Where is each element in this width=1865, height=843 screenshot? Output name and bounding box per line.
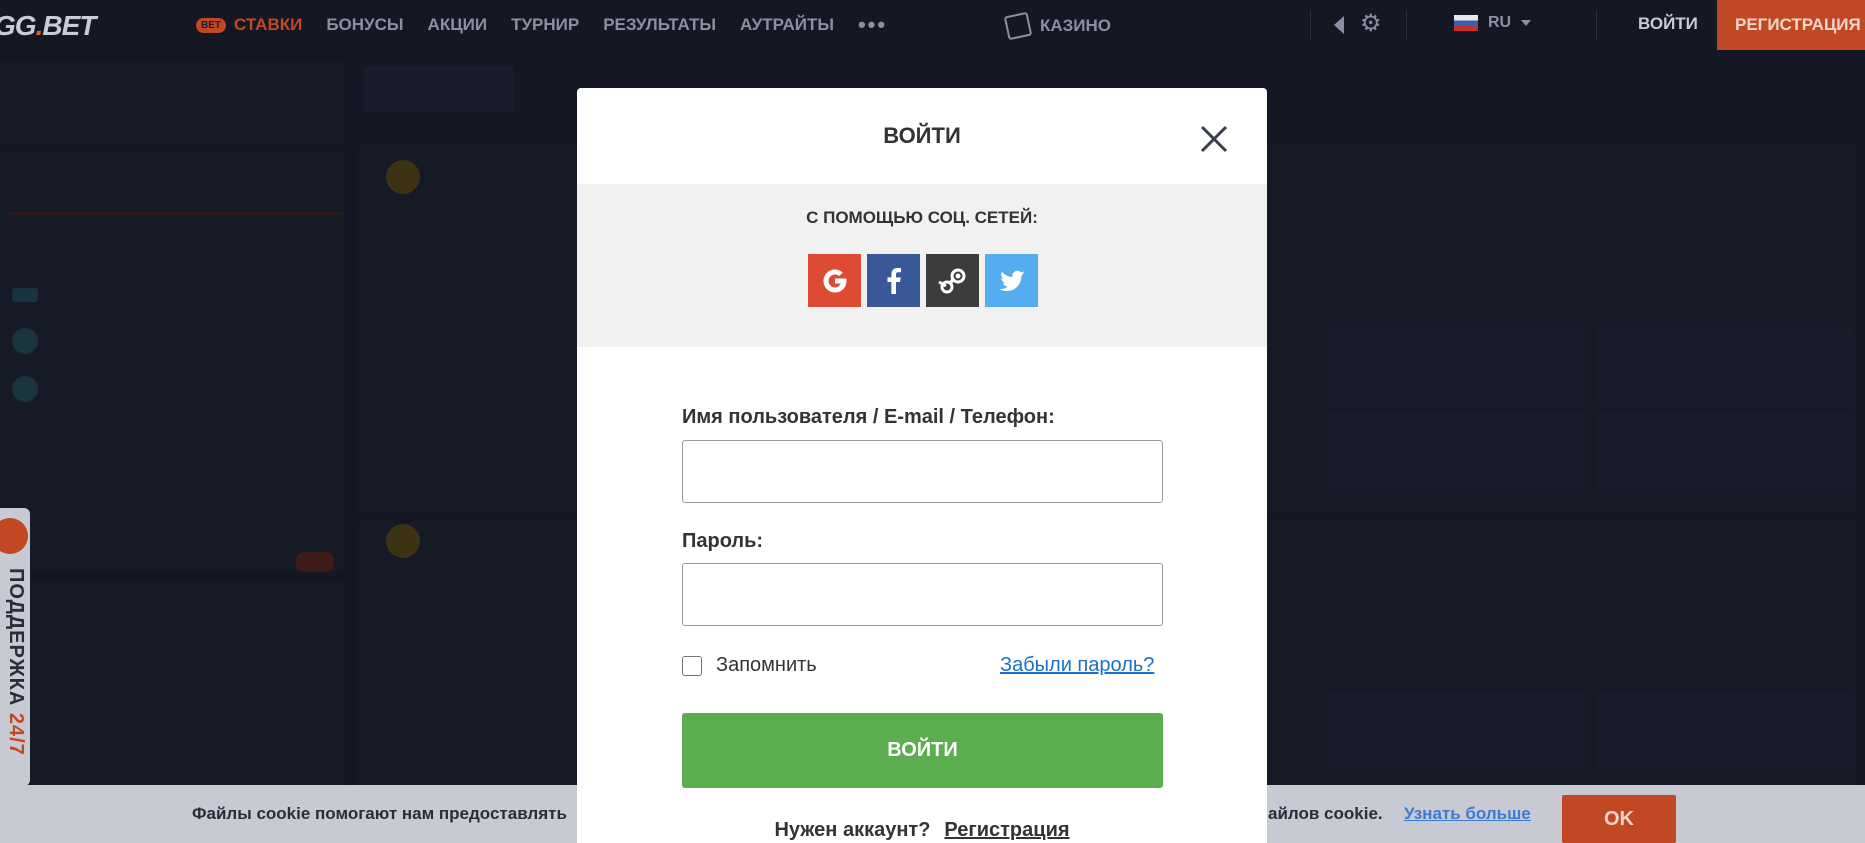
cookie-text: Файлы cookie помогают нам предоставлять: [192, 804, 567, 823]
main-nav: BET СТАВКИ БОНУСЫ АКЦИИ ТУРНИР РЕЗУЛЬТАТЫ…: [196, 0, 887, 50]
cookie-text-end: айлов cookie.: [1268, 804, 1383, 823]
social-login-title: С ПОМОЩЬЮ СОЦ. СЕТЕЙ:: [806, 208, 1038, 227]
password-label: Пароль:: [682, 530, 764, 552]
social-login-buttons: [808, 254, 1038, 307]
remember-checkbox[interactable]: [682, 655, 702, 676]
need-account-row: Нужен аккаунт? Регистрация: [577, 819, 1267, 842]
close-icon[interactable]: [1199, 124, 1229, 154]
cookie-ok-button[interactable]: OK: [1562, 795, 1676, 843]
language-label: RU: [1488, 14, 1512, 31]
casino-label: КАЗИНО: [1040, 16, 1112, 35]
facebook-login-button[interactable]: [867, 254, 920, 307]
twitter-icon: [998, 270, 1025, 291]
header-register-button[interactable]: РЕГИСТРАЦИЯ: [1717, 0, 1865, 50]
nav-item-stavki[interactable]: BET СТАВКИ: [196, 15, 302, 35]
cards-icon: [1003, 11, 1033, 41]
social-login-block: С ПОМОЩЬЮ СОЦ. СЕТЕЙ:: [577, 184, 1267, 347]
steam-login-button[interactable]: [926, 254, 979, 307]
site-logo[interactable]: GG.BET: [0, 10, 96, 42]
nav-item-promos[interactable]: АКЦИИ: [428, 15, 488, 35]
remember-label: Запомнить: [716, 654, 817, 676]
facebook-icon: [887, 267, 901, 294]
casino-link[interactable]: КАЗИНО: [1003, 11, 1112, 41]
google-login-button[interactable]: [808, 254, 861, 307]
support-label: ПОДДЕРЖКА 24/7: [5, 568, 27, 756]
twitter-login-button[interactable]: [985, 254, 1038, 307]
gear-icon[interactable]: ⚙: [1360, 12, 1382, 36]
nav-item-results[interactable]: РЕЗУЛЬТАТЫ: [603, 15, 716, 35]
nav-stavki-label: СТАВКИ: [234, 15, 303, 34]
chat-icon: [0, 518, 28, 554]
steam-icon: [937, 268, 965, 293]
login-modal: ВОЙТИ С ПОМОЩЬЮ СОЦ. СЕТЕЙ: Имя пользова…: [577, 88, 1267, 843]
forgot-password-link[interactable]: Забыли пароль?: [1000, 654, 1154, 677]
username-label: Имя пользователя / E-mail / Телефон:: [682, 406, 1055, 428]
language-selector[interactable]: RU: [1454, 14, 1532, 32]
google-icon: [823, 269, 846, 292]
header-login-button[interactable]: ВОЙТИ: [1638, 14, 1698, 34]
nav-item-outrights[interactable]: АУТРАЙТЫ: [740, 15, 834, 35]
username-input[interactable]: [682, 440, 1163, 503]
modal-title: ВОЙТИ: [883, 123, 961, 148]
nav-item-tournament[interactable]: ТУРНИР: [511, 15, 579, 35]
bet-badge: BET: [196, 18, 226, 33]
nav-item-bonuses[interactable]: БОНУСЫ: [326, 15, 403, 35]
top-navigation-bar: GG.BET BET СТАВКИ БОНУСЫ АКЦИИ ТУРНИР РЕЗ…: [0, 0, 1865, 50]
chevron-down-icon: [1521, 20, 1532, 26]
password-input[interactable]: [682, 563, 1163, 626]
divider: [1406, 10, 1407, 40]
russia-flag-icon: [1454, 15, 1478, 31]
register-link[interactable]: Регистрация: [944, 819, 1069, 841]
remember-me[interactable]: Запомнить: [682, 654, 817, 677]
support-tab[interactable]: ПОДДЕРЖКА 24/7: [0, 508, 30, 786]
need-account-text: Нужен аккаунт?: [774, 819, 931, 841]
collapse-arrow-icon[interactable]: [1334, 16, 1344, 34]
divider: [1310, 10, 1311, 40]
login-submit-button[interactable]: ВОЙТИ: [682, 713, 1163, 788]
more-menu-icon[interactable]: •••: [858, 12, 887, 38]
cookie-more-link[interactable]: Узнать больше: [1404, 804, 1531, 824]
divider: [1596, 10, 1597, 40]
